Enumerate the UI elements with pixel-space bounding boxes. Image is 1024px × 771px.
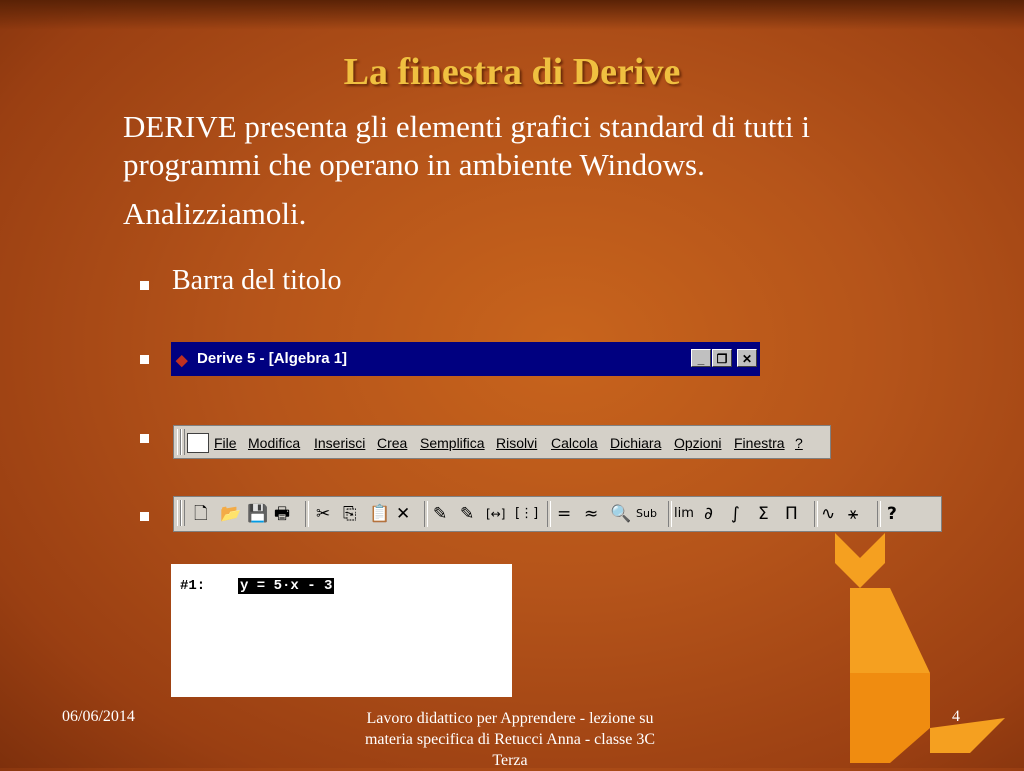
footer-center-text: Lavoro didattico per Apprendere - lezion… bbox=[364, 710, 656, 769]
tangram-head bbox=[835, 533, 885, 588]
toolbar: 🗋 📂 💾 🖶 ✂ ⎘ 📋 ✕ ✎ ✎ [↔] [⋮] = ≈ 🔍 Sub li… bbox=[173, 496, 942, 532]
expression-highlighted[interactable]: y = 5·x - 3 bbox=[238, 578, 335, 594]
help-icon[interactable]: ? bbox=[887, 503, 897, 525]
sum-icon[interactable]: Σ bbox=[758, 503, 769, 525]
zoom-icon[interactable]: 🔍 bbox=[610, 503, 631, 525]
print-icon[interactable]: 🖶 bbox=[274, 503, 290, 525]
tangram-tail bbox=[930, 718, 1005, 753]
copy-icon[interactable]: ⎘ bbox=[343, 503, 357, 525]
menu-risolvi[interactable]: Risolvi bbox=[496, 435, 537, 451]
tangram-body bbox=[850, 588, 930, 673]
product-icon[interactable]: Π bbox=[785, 503, 798, 525]
toolbar-grip-2 bbox=[181, 500, 185, 526]
minimize-button[interactable]: _ bbox=[691, 349, 711, 367]
slide-intro-2: Analizziamoli. bbox=[123, 196, 307, 231]
derive-app-icon: ◆ bbox=[176, 352, 188, 369]
paste-icon[interactable]: 📋 bbox=[369, 503, 390, 525]
document-icon[interactable] bbox=[187, 433, 209, 453]
algebra-window[interactable]: #1: y = 5·x - 3 bbox=[171, 564, 512, 697]
toolbar-separator bbox=[668, 501, 672, 527]
menu-dichiara[interactable]: Dichiara bbox=[610, 435, 661, 451]
toolbar-separator bbox=[547, 501, 551, 527]
author-vector-icon[interactable]: ✎ bbox=[460, 503, 474, 525]
bullet-marker-3 bbox=[140, 434, 149, 443]
toolbar-separator bbox=[424, 501, 428, 527]
menu-help[interactable]: ? bbox=[795, 435, 803, 451]
delete-icon[interactable]: ✕ bbox=[396, 503, 410, 525]
top-shadow-band bbox=[0, 0, 1024, 30]
menu-inserisci[interactable]: Inserisci bbox=[314, 435, 365, 451]
plot-3d-icon[interactable]: ⚹ bbox=[848, 503, 858, 525]
substitute-icon[interactable]: Sub bbox=[636, 503, 657, 525]
slide-intro: DERIVE presenta gli elementi grafici sta… bbox=[123, 109, 810, 182]
limit-icon[interactable]: lim bbox=[674, 503, 694, 525]
save-icon[interactable]: 💾 bbox=[247, 503, 268, 525]
menu-file[interactable]: File bbox=[214, 435, 237, 451]
close-button[interactable]: ✕ bbox=[737, 349, 757, 367]
equals-icon[interactable]: = bbox=[557, 503, 571, 525]
menu-finestra[interactable]: Finestra bbox=[734, 435, 785, 451]
matrix-icon[interactable]: [⋮] bbox=[515, 503, 538, 525]
toolbar-separator bbox=[814, 501, 818, 527]
tangram-base bbox=[850, 673, 930, 763]
expression-label: #1: bbox=[180, 578, 206, 594]
window-title: Derive 5 - [Algebra 1] bbox=[197, 350, 348, 367]
footer-page-number: 4 bbox=[952, 708, 960, 725]
vector-icon[interactable]: [↔] bbox=[486, 503, 505, 525]
integral-icon[interactable]: ∫ bbox=[731, 503, 740, 525]
menu-opzioni[interactable]: Opzioni bbox=[674, 435, 721, 451]
cut-icon[interactable]: ✂ bbox=[316, 503, 330, 525]
restore-button[interactable]: ❐ bbox=[712, 349, 732, 367]
plot-2d-icon[interactable]: ∿ bbox=[821, 503, 835, 525]
new-document-icon[interactable]: 🗋 bbox=[194, 503, 208, 525]
bullet-marker-4 bbox=[140, 512, 149, 521]
menu-calcola[interactable]: Calcola bbox=[551, 435, 598, 451]
derivative-icon[interactable]: ∂ bbox=[704, 503, 713, 525]
footer-date: 06/06/2014 bbox=[62, 708, 135, 725]
menubar-grip-2 bbox=[181, 429, 185, 455]
menu-bar: File Modifica Inserisci Crea Semplifica … bbox=[173, 425, 831, 459]
open-folder-icon[interactable]: 📂 bbox=[220, 503, 241, 525]
bullet-marker-1 bbox=[140, 281, 149, 290]
menu-semplifica[interactable]: Semplifica bbox=[420, 435, 485, 451]
derive-title-bar[interactable]: ◆ Derive 5 - [Algebra 1] _ ❐ ✕ bbox=[171, 342, 760, 376]
tangram-cat-decoration bbox=[835, 533, 1005, 763]
approximate-icon[interactable]: ≈ bbox=[584, 503, 598, 525]
slide-title: La finestra di Derive bbox=[343, 51, 681, 93]
bullet-marker-2 bbox=[140, 355, 149, 364]
toolbar-separator bbox=[877, 501, 881, 527]
author-expression-icon[interactable]: ✎ bbox=[433, 503, 447, 525]
menu-modifica[interactable]: Modifica bbox=[248, 435, 300, 451]
toolbar-separator bbox=[305, 501, 309, 527]
menu-crea[interactable]: Crea bbox=[377, 435, 407, 451]
bullet-text-1: Barra del titolo bbox=[172, 265, 342, 296]
